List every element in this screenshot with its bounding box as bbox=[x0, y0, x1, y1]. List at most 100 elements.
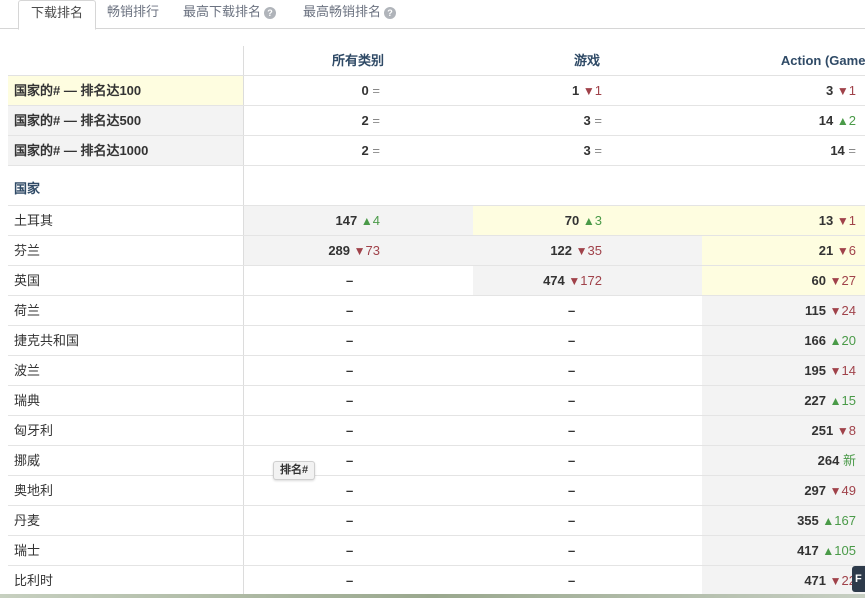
column-divider bbox=[243, 236, 244, 265]
rank-cell: 0 = bbox=[362, 76, 380, 105]
column-divider bbox=[243, 566, 244, 595]
rank-value: – bbox=[568, 513, 576, 528]
triangle-down-icon: ▼ bbox=[829, 304, 842, 318]
rank-change-value: 2 bbox=[848, 113, 856, 128]
row-label: 国家的# — 排名达1000 bbox=[8, 136, 243, 165]
row-label: 土耳其 bbox=[14, 213, 54, 228]
rank-change-value: 15 bbox=[841, 393, 856, 408]
column-divider bbox=[243, 136, 244, 165]
rank-value: – bbox=[346, 543, 354, 558]
help-icon[interactable]: ? bbox=[384, 7, 397, 19]
rank-value: 60 bbox=[811, 273, 827, 288]
rank-value: 147 bbox=[335, 213, 358, 228]
rank-up-indicator: ▲105 bbox=[822, 543, 856, 558]
triangle-up-icon: ▲ bbox=[582, 214, 595, 228]
rank-cell: 122 ▼35 bbox=[550, 236, 602, 265]
rank-cell: – bbox=[568, 506, 575, 535]
rank-value: 2 bbox=[361, 113, 369, 128]
rank-value: 289 bbox=[328, 243, 351, 258]
column-divider bbox=[243, 266, 244, 295]
table-row: 芬兰 289 ▼73 122 ▼35 21 ▼6 bbox=[8, 236, 865, 266]
rank-cell: – bbox=[346, 536, 353, 565]
cell-background bbox=[473, 506, 702, 535]
rank-value: 3 bbox=[583, 113, 591, 128]
cell-background bbox=[244, 416, 473, 445]
rank-down-indicator: ▼6 bbox=[837, 243, 856, 258]
column-header-action-games[interactable]: Action (Games) bbox=[702, 46, 865, 76]
rank-cell: 2 = bbox=[362, 136, 380, 165]
cell-background bbox=[473, 566, 702, 595]
tab-grossing-rank[interactable]: 畅销排行 bbox=[95, 0, 171, 29]
rank-change-value: 35 bbox=[587, 243, 602, 258]
triangle-down-icon: ▼ bbox=[829, 364, 842, 378]
rank-value: – bbox=[346, 273, 354, 288]
rank-up-indicator: ▲4 bbox=[361, 213, 380, 228]
summary-row: 国家的# — 排名达1000 2 = 3 = 14 = bbox=[8, 136, 865, 166]
table-row: 匈牙利 – – 251 ▼8 bbox=[8, 416, 865, 446]
rank-value: 3 bbox=[583, 143, 591, 158]
tab-downloads-rank[interactable]: 下载排名 bbox=[18, 0, 97, 30]
cell-background bbox=[244, 326, 473, 355]
cell-background bbox=[244, 76, 473, 105]
row-label: 捷克共和国 bbox=[14, 333, 80, 348]
rank-cell: – bbox=[568, 326, 575, 355]
triangle-down-icon: ▼ bbox=[575, 244, 588, 258]
rank-change-value: = bbox=[372, 113, 380, 128]
tab-label: 下载排名 bbox=[31, 5, 84, 20]
triangle-down-icon: ▼ bbox=[836, 84, 849, 98]
rank-cell: 60 ▼27 bbox=[812, 266, 856, 295]
section-header-row: 国家 bbox=[8, 166, 865, 206]
triangle-up-icon: ▲ bbox=[822, 544, 835, 558]
tab-top-grossing-rank[interactable]: 最高畅销排名? bbox=[291, 0, 408, 29]
rank-up-indicator: ▲2 bbox=[837, 113, 856, 128]
summary-row: 国家的# — 排名达500 2 = 3 = 14 ▲2 bbox=[8, 106, 865, 136]
rank-value: – bbox=[346, 393, 354, 408]
column-divider bbox=[243, 476, 244, 505]
rank-cell: – bbox=[346, 326, 353, 355]
rank-cell: – bbox=[346, 446, 353, 475]
table-row: 瑞士 – – 417 ▲105 bbox=[8, 536, 865, 566]
rank-value: 14 bbox=[818, 113, 834, 128]
cell-background bbox=[244, 106, 473, 135]
rank-change-value: 24 bbox=[841, 303, 856, 318]
table-row: 奥地利 – – 297 ▼49 bbox=[8, 476, 865, 506]
rank-change-value: 新 bbox=[842, 453, 856, 468]
rank-change-value: = bbox=[848, 143, 856, 158]
rank-cell: 3 = bbox=[584, 136, 602, 165]
row-label: 挪威 bbox=[14, 453, 41, 468]
triangle-up-icon: ▲ bbox=[360, 214, 373, 228]
rank-cell: – bbox=[568, 296, 575, 325]
triangle-up-icon: ▲ bbox=[822, 514, 835, 528]
column-header-games[interactable]: 游戏 bbox=[472, 46, 702, 76]
tab-label: 畅销排行 bbox=[107, 4, 160, 19]
rank-unchanged-indicator: = bbox=[372, 83, 380, 98]
rank-cell: – bbox=[346, 266, 353, 295]
rank-cell: 355 ▲167 bbox=[797, 506, 856, 535]
column-divider bbox=[243, 206, 244, 235]
rank-down-indicator: ▼35 bbox=[576, 243, 602, 258]
tab-top-downloads-rank[interactable]: 最高下载排名? bbox=[171, 0, 288, 29]
rank-down-indicator: ▼73 bbox=[354, 243, 380, 258]
rank-value: 115 bbox=[805, 303, 827, 318]
corner-button[interactable]: F bbox=[852, 566, 865, 592]
rank-cell: – bbox=[568, 476, 575, 505]
help-icon[interactable]: ? bbox=[264, 7, 277, 19]
cell-background bbox=[473, 356, 702, 385]
rank-cell: – bbox=[346, 356, 353, 385]
rank-cell: – bbox=[568, 416, 575, 445]
tab-label: 最高下载排名 bbox=[183, 4, 262, 19]
cell-background bbox=[244, 296, 473, 325]
rank-cell: – bbox=[568, 446, 575, 475]
rank-change-value: 27 bbox=[841, 273, 856, 288]
cell-background bbox=[473, 536, 702, 565]
rank-change-value: = bbox=[594, 113, 602, 128]
rank-down-indicator: ▼1 bbox=[583, 83, 602, 98]
rank-cell: 166 ▲20 bbox=[804, 326, 856, 355]
table-row: 土耳其 147 ▲4 70 ▲3 13 ▼1 bbox=[8, 206, 865, 236]
rank-cell: – bbox=[568, 566, 575, 595]
rank-cell: 21 ▼6 bbox=[819, 236, 856, 265]
rank-value: – bbox=[568, 543, 576, 558]
rank-cell: 3 = bbox=[584, 106, 602, 135]
column-header-all-categories[interactable]: 所有类别 bbox=[244, 46, 472, 76]
rank-down-indicator: ▼8 bbox=[837, 423, 856, 438]
